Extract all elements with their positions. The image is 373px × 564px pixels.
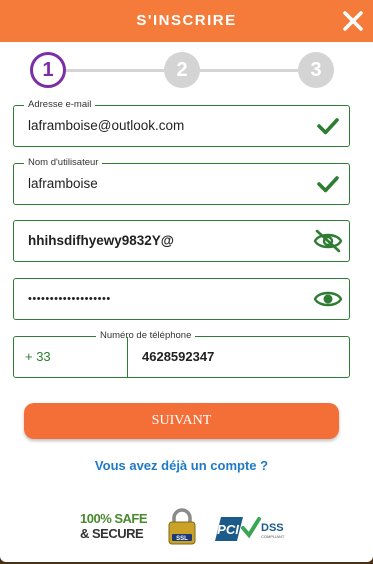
step-2: 2 — [164, 52, 200, 88]
modal-title: S'INSCRIRE — [136, 12, 237, 29]
password-confirm-field[interactable]: ••••••••••••••••••• — [13, 278, 350, 320]
password-confirm-value: ••••••••••••••••••• — [28, 293, 111, 305]
modal-header: S'INSCRIRE — [0, 0, 373, 42]
email-value: laframboise@outlook.com — [28, 118, 185, 133]
password-field[interactable]: hhihsdifhyewy9832Y@ — [13, 220, 350, 262]
signup-modal: S'INSCRIRE 1 2 3 Adresse e-mail laframbo… — [0, 0, 373, 562]
ssl-lock-icon: SSL — [164, 507, 200, 547]
safe-secure-badge: 100% SAFE & SECURE — [80, 511, 152, 545]
next-button[interactable]: SUIVANT — [24, 403, 339, 439]
email-field[interactable]: Adresse e-mail laframboise@outlook.com — [13, 99, 350, 147]
safe-badge-line1: 100% SAFE — [80, 511, 148, 526]
check-icon — [315, 113, 341, 139]
country-code-select[interactable]: + 33 — [14, 337, 128, 377]
dss-text: DSS — [261, 522, 284, 534]
username-value: laframboise — [28, 176, 98, 191]
close-icon[interactable] — [341, 9, 365, 33]
ssl-text: SSL — [176, 536, 188, 542]
step-connector — [200, 69, 298, 72]
phone-field: Numéro de téléphone + 33 4628592347 — [13, 330, 350, 378]
trust-badges: 100% SAFE & SECURE SSL PCI DSS COMPLIANT — [0, 505, 373, 545]
step-1: 1 — [30, 52, 66, 88]
pci-dss-badge: PCI DSS COMPLIANT — [213, 513, 293, 543]
login-link[interactable]: Vous avez déjà un compte ? — [0, 458, 363, 473]
password-value: hhihsdifhyewy9832Y@ — [28, 233, 174, 248]
country-code-value: + 33 — [25, 349, 51, 364]
step-connector — [66, 69, 164, 72]
pci-text: PCI — [217, 522, 239, 537]
username-field[interactable]: Nom d'utilisateur laframboise — [13, 157, 350, 205]
step-3: 3 — [298, 52, 334, 88]
compliant-text: COMPLIANT — [261, 534, 285, 539]
eye-off-icon[interactable] — [313, 228, 343, 254]
eye-icon[interactable] — [313, 286, 343, 312]
progress-stepper: 1 2 3 — [30, 52, 335, 88]
safe-badge-line2: & SECURE — [80, 526, 144, 541]
phone-number-input[interactable]: 4628592347 — [142, 337, 214, 377]
check-icon — [315, 171, 341, 197]
